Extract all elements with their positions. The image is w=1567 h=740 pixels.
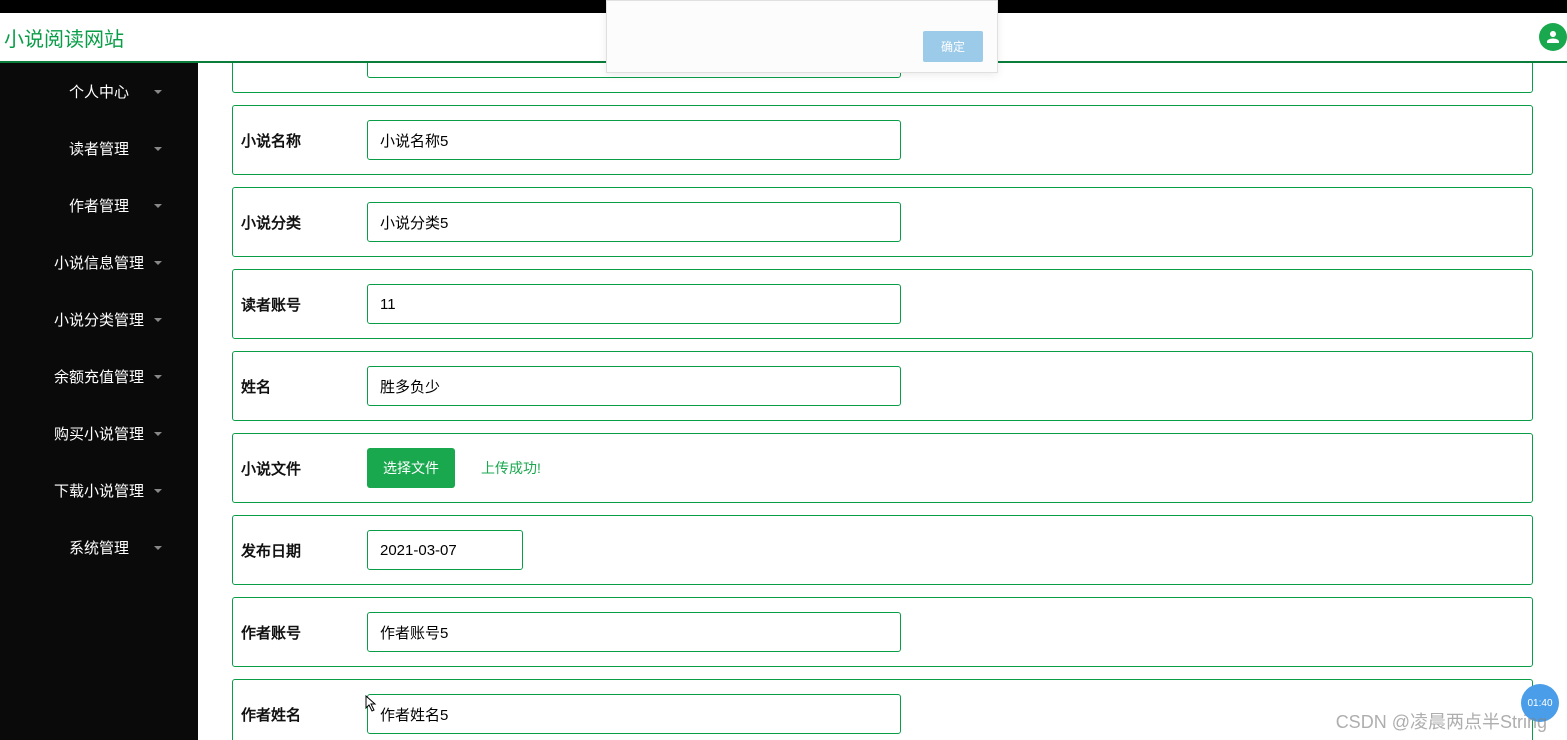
form-label: 发布日期 bbox=[233, 540, 367, 561]
upload-status: 上传成功! bbox=[481, 458, 541, 478]
site-title[interactable]: 小说阅读网站 bbox=[4, 23, 124, 52]
user-icon bbox=[1544, 28, 1562, 46]
form-row-author-account: 作者账号 bbox=[232, 597, 1533, 667]
form-row-publish-date: 发布日期 bbox=[232, 515, 1533, 585]
sidebar-item-label: 作者管理 bbox=[69, 195, 129, 216]
input-name[interactable] bbox=[367, 366, 901, 406]
sidebar-item-label: 下载小说管理 bbox=[54, 480, 144, 501]
form-row-novel-file: 小说文件 选择文件 上传成功! bbox=[232, 433, 1533, 503]
form-label: 读者账号 bbox=[233, 294, 367, 315]
form-label: 小说文件 bbox=[233, 458, 367, 479]
form-label: 小说分类 bbox=[233, 212, 367, 233]
form-row-novel-category: 小说分类 bbox=[232, 187, 1533, 257]
form-row-reader-account: 读者账号 bbox=[232, 269, 1533, 339]
form-row-author-name: 作者姓名 bbox=[232, 679, 1533, 740]
sidebar-item-personal-center[interactable]: 个人中心 bbox=[0, 63, 198, 120]
sidebar-item-novel-category-manage[interactable]: 小说分类管理 bbox=[0, 291, 198, 348]
input-author-account[interactable] bbox=[367, 612, 901, 652]
input-novel-category[interactable] bbox=[367, 202, 901, 242]
input-publish-date[interactable] bbox=[367, 530, 523, 570]
sidebar-item-label: 个人中心 bbox=[69, 81, 129, 102]
user-avatar[interactable] bbox=[1539, 23, 1567, 51]
sidebar-item-novel-info-manage[interactable]: 小说信息管理 bbox=[0, 234, 198, 291]
sidebar-item-label: 系统管理 bbox=[69, 537, 129, 558]
sidebar-item-balance-recharge-manage[interactable]: 余额充值管理 bbox=[0, 348, 198, 405]
form-label: 小说名称 bbox=[233, 130, 367, 151]
form-row-name: 姓名 bbox=[232, 351, 1533, 421]
sidebar-item-label: 小说分类管理 bbox=[54, 309, 144, 330]
input-novel-name[interactable] bbox=[367, 120, 901, 160]
sidebar-item-author-manage[interactable]: 作者管理 bbox=[0, 177, 198, 234]
form-label: 作者姓名 bbox=[233, 704, 367, 725]
sidebar-item-label: 购买小说管理 bbox=[54, 423, 144, 444]
sidebar-item-label: 余额充值管理 bbox=[54, 366, 144, 387]
sidebar-item-system-manage[interactable]: 系统管理 bbox=[0, 519, 198, 576]
form-row-novel-name: 小说名称 bbox=[232, 105, 1533, 175]
input-reader-account[interactable] bbox=[367, 284, 901, 324]
choose-file-button[interactable]: 选择文件 bbox=[367, 448, 455, 488]
input-author-name[interactable] bbox=[367, 694, 901, 734]
form-label: 作者账号 bbox=[233, 622, 367, 643]
confirm-dialog: 确定 bbox=[606, 0, 998, 73]
sidebar-item-purchase-novel-manage[interactable]: 购买小说管理 bbox=[0, 405, 198, 462]
sidebar-item-download-novel-manage[interactable]: 下载小说管理 bbox=[0, 462, 198, 519]
dialog-confirm-button[interactable]: 确定 bbox=[923, 31, 983, 62]
sidebar: 个人中心 读者管理 作者管理 小说信息管理 小说分类管理 余额充值管理 购买小说… bbox=[0, 63, 198, 740]
sidebar-item-reader-manage[interactable]: 读者管理 bbox=[0, 120, 198, 177]
timestamp-badge: 01:40 bbox=[1521, 684, 1559, 722]
form-label: 姓名 bbox=[233, 376, 367, 397]
sidebar-item-label: 读者管理 bbox=[69, 138, 129, 159]
sidebar-item-label: 小说信息管理 bbox=[54, 252, 144, 273]
main-content: 小说名称 小说分类 读者账号 姓名 小说文件 选择文件 上传成功! 发布日期 作… bbox=[198, 63, 1567, 740]
